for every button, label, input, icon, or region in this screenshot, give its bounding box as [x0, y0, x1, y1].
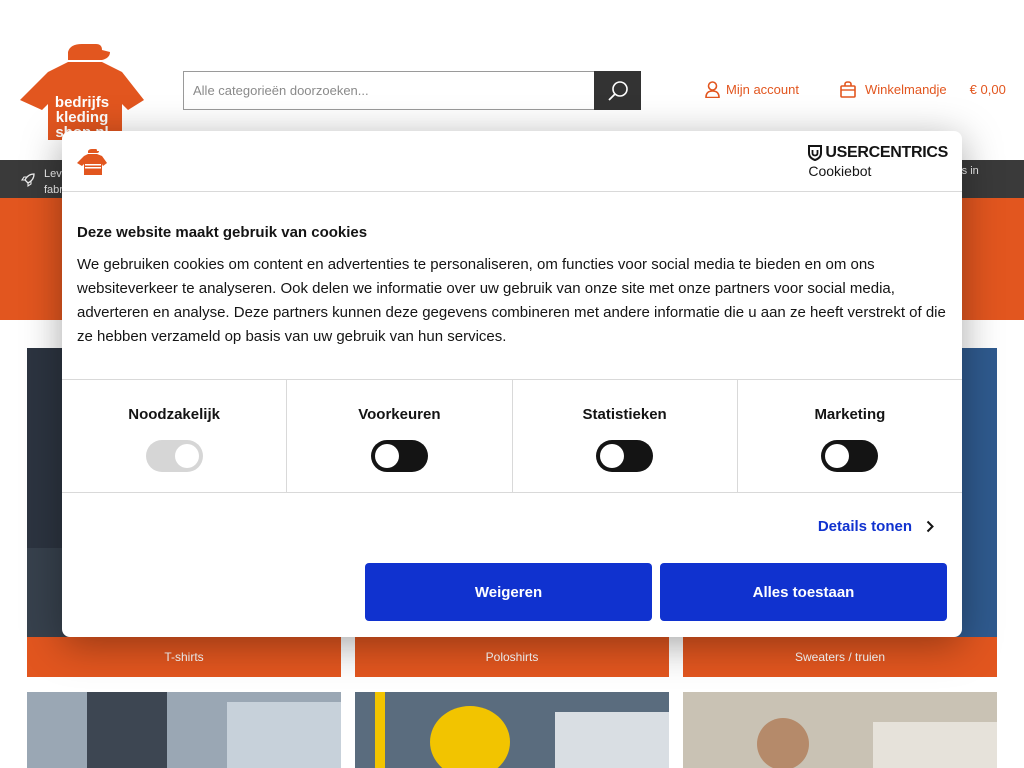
cookie-dialog-body: Deze website maakt gebruik van cookies W…: [77, 224, 947, 349]
switch-knob: [174, 444, 199, 468]
cookie-dialog: USERCENTRICS Cookiebot Deze website maak…: [62, 131, 962, 637]
brand-name: USERCENTRICS: [825, 144, 948, 161]
page: bedrijfs kleding shop.nl Mijn account: [0, 0, 1024, 768]
switch-knob: [825, 444, 850, 468]
toggle-label: Statistieken: [582, 406, 667, 423]
toggle-label: Voorkeuren: [358, 406, 441, 423]
decline-button[interactable]: Weigeren: [365, 563, 652, 621]
toggle-label: Noodzakelijk: [128, 406, 220, 423]
toggle-necessary: Noodzakelijk: [62, 380, 288, 492]
details-link[interactable]: Details tonen: [818, 518, 934, 535]
necessary-switch: [145, 440, 203, 472]
toggle-marketing: Marketing: [738, 380, 962, 492]
brand-subtitle: Cookiebot: [808, 163, 872, 179]
toggle-label: Marketing: [814, 406, 886, 423]
cookie-dialog-title: Deze website maakt gebruik van cookies: [77, 224, 368, 241]
chevron-right-icon: [926, 520, 934, 533]
usercentrics-brand[interactable]: USERCENTRICS Cookiebot: [808, 144, 948, 179]
shield-icon: [808, 145, 823, 161]
cookie-dialog-text: We gebruiken cookies om content en adver…: [77, 256, 946, 345]
cookie-dialog-header: USERCENTRICS Cookiebot: [62, 131, 962, 192]
toggle-statistics: Statistieken: [513, 380, 738, 492]
switch-knob: [374, 444, 399, 468]
consent-buttons: Weigeren Alles toestaan: [365, 563, 947, 621]
preferences-switch[interactable]: [370, 440, 428, 472]
accept-all-button[interactable]: Alles toestaan: [660, 563, 947, 621]
statistics-switch[interactable]: [596, 440, 654, 472]
site-logo-small: [77, 149, 107, 175]
switch-knob: [600, 444, 625, 468]
toggle-preferences: Voorkeuren: [287, 380, 513, 492]
consent-toggles: Noodzakelijk Voorkeuren Statistieken Mar…: [62, 379, 962, 493]
marketing-switch[interactable]: [821, 440, 879, 472]
details-label: Details tonen: [817, 518, 912, 535]
